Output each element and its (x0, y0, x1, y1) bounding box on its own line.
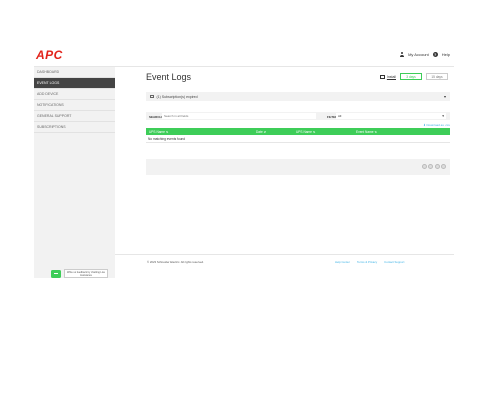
subscription-expired-bar[interactable]: (1) Subscription(s) expired ▾ (146, 92, 450, 101)
install-icon (379, 74, 385, 79)
date-range-controls: Install 3 days 15 days (379, 73, 448, 80)
help-icon[interactable]: ? (432, 52, 438, 57)
subscription-text: (1) Subscription(s) expired (156, 94, 198, 99)
search-label: SEARCH (149, 114, 162, 119)
download-label: Download as .csv (426, 123, 450, 127)
pagination-bar (146, 159, 450, 175)
help-link[interactable]: Help (442, 52, 450, 57)
sidebar: DASHBOARD EVENT LOGS ADD DEVICE NOTIFICA… (34, 67, 115, 278)
tab-3-days[interactable]: 3 days (400, 73, 422, 80)
chat-widget[interactable]: Write us feedback by chatting Live Assis… (51, 269, 108, 278)
download-csv-link[interactable]: ⬇ Download as .csv (423, 123, 450, 127)
page-title: Event Logs (146, 72, 192, 82)
filter-select[interactable]: All ▾ (336, 113, 446, 119)
footer-link-terms[interactable]: Terms & Privacy (357, 260, 377, 264)
sidebar-item-subscriptions[interactable]: SUBSCRIPTIONS (34, 122, 115, 133)
first-page-button[interactable] (421, 164, 427, 169)
filter-value: All (338, 114, 342, 118)
apc-logo[interactable]: APC (36, 48, 63, 62)
table-header: UPS Name ⇅ Date ⇵ UPS Name ⇅ Event Name … (146, 128, 450, 135)
next-page-button[interactable] (434, 164, 440, 169)
install-link[interactable]: Install (379, 74, 396, 79)
footer-link-help-center[interactable]: Help Center (335, 260, 350, 264)
my-account-link[interactable]: My Account (408, 52, 429, 57)
column-header-event-name[interactable]: Event Name ⇅ (356, 130, 377, 134)
sidebar-item-event-logs[interactable]: EVENT LOGS (34, 78, 115, 89)
sidebar-item-add-device[interactable]: ADD DEVICE (34, 89, 115, 100)
chevron-down-icon[interactable]: ▾ (444, 94, 446, 99)
prev-page-button[interactable] (428, 164, 433, 169)
footer-link-contact-support[interactable]: Contact Support (384, 260, 404, 264)
column-header-ups-name-2[interactable]: UPS Name ⇅ (296, 130, 316, 134)
column-header-ups-name[interactable]: UPS Name ⇅ (149, 130, 169, 134)
search-input[interactable] (162, 113, 316, 119)
search-filter-row: SEARCH FILTER All ▾ (146, 112, 450, 120)
device-icon (150, 94, 154, 99)
main-content: Event Logs Install 3 days 15 days (1) Su… (146, 67, 450, 278)
top-bar: APC My Account ? Help (34, 46, 454, 67)
empty-table-message: No matching events found (146, 137, 450, 143)
sidebar-item-notifications[interactable]: NOTIFICATIONS (34, 100, 115, 111)
footer: © 2023 Schneider Electric. All rights re… (115, 254, 454, 279)
install-label: Install (386, 74, 396, 79)
last-page-button[interactable] (441, 164, 446, 169)
footer-links: Help Center Terms & Privacy Contact Supp… (335, 260, 404, 264)
column-header-date[interactable]: Date ⇵ (256, 130, 266, 134)
chat-bubble-text[interactable]: Write us feedback by chatting Live Assis… (64, 269, 108, 278)
chat-icon[interactable] (51, 269, 61, 278)
sidebar-item-general-support[interactable]: GENERAL SUPPORT (34, 111, 115, 122)
chevron-down-icon: ▾ (442, 114, 444, 118)
user-icon[interactable] (399, 52, 404, 57)
app-window: APC My Account ? Help DASHBOARD EVENT LO… (34, 46, 454, 278)
top-right-menu: My Account ? Help (399, 52, 450, 57)
copyright-text: © 2023 Schneider Electric. All rights re… (147, 260, 204, 264)
pagination-buttons (421, 164, 446, 169)
sidebar-item-dashboard[interactable]: DASHBOARD (34, 67, 115, 78)
tab-15-days[interactable]: 15 days (426, 73, 448, 80)
